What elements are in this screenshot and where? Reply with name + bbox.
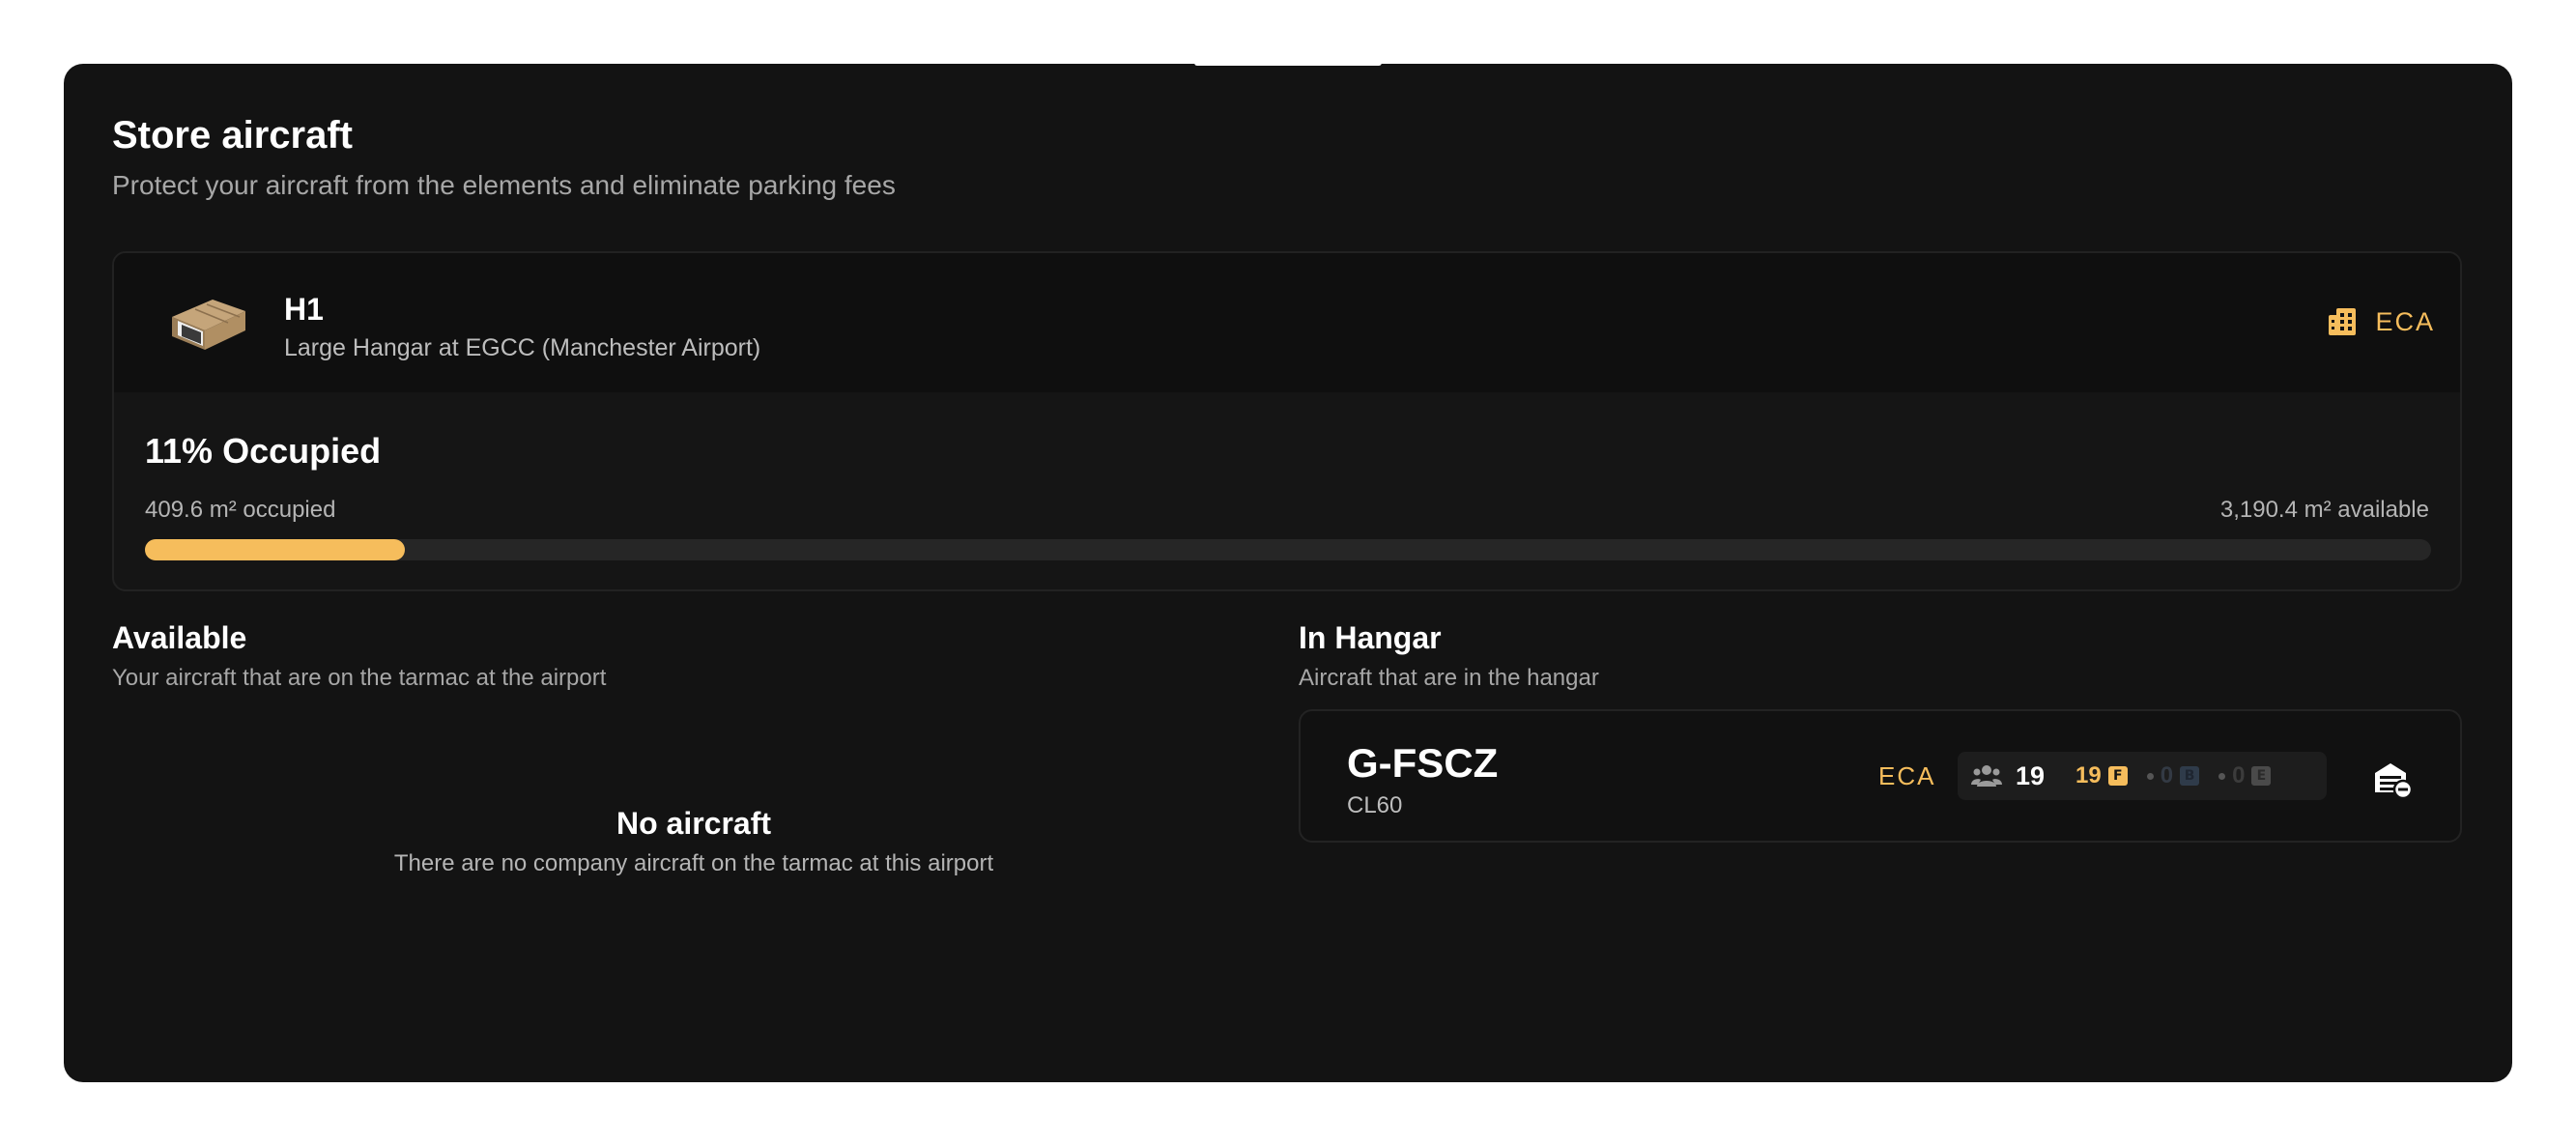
aircraft-type: CL60	[1347, 792, 1403, 818]
occupancy-title: 11% Occupied	[145, 431, 382, 471]
seat-class-tag: B	[2180, 766, 2200, 786]
total-seats: 19	[2016, 760, 2046, 790]
seat-class-value: 0	[2232, 762, 2246, 788]
aircraft-owner: ECA	[1878, 761, 1936, 790]
available-section-title: Available	[112, 620, 247, 655]
seat-class-first: 19 F	[2075, 762, 2128, 789]
seat-class-dot	[2146, 772, 2154, 780]
hangar-header: H1 Large Hangar at EGCC (Manchester Airp…	[114, 253, 2460, 392]
in-hangar-section-title: In Hangar	[1299, 620, 1442, 655]
modal-subtitle: Protect your aircraft from the elements …	[112, 170, 896, 200]
seat-classes: 19 F 0 B 0 E	[2075, 762, 2272, 789]
empty-state-title: No aircraft	[615, 806, 772, 841]
aircraft-registration: G-FSCZ	[1347, 740, 1499, 786]
seat-class-value: 19	[2075, 762, 2102, 788]
available-area: 3,190.4 m² available	[2219, 497, 2429, 523]
aircraft-card[interactable]: G-FSCZ CL60 ECA 19 19 F 0 B 0 E	[1299, 709, 2462, 843]
hangar-owner: ECA	[2327, 306, 2435, 337]
hangar-name: H1	[284, 292, 324, 327]
in-hangar-section-subtitle: Aircraft that are in the hangar	[1299, 665, 1599, 691]
occupied-area: 409.6 m² occupied	[145, 497, 336, 523]
occupancy-progress-fill	[145, 539, 405, 560]
seat-class-economy: 0 E	[2218, 762, 2272, 789]
passengers-icon	[1971, 765, 2002, 787]
remove-from-hangar-icon[interactable]	[2371, 758, 2414, 800]
available-section-subtitle: Your aircraft that are on the tarmac at …	[112, 665, 607, 691]
seat-class-dot	[2218, 772, 2226, 780]
hangar-owner-code: ECA	[2375, 306, 2435, 336]
hangar-description: Large Hangar at EGCC (Manchester Airport…	[284, 334, 761, 361]
seat-class-tag: E	[2251, 766, 2272, 786]
seat-class-tag: F	[2107, 766, 2128, 786]
empty-state-subtitle: There are no company aircraft on the tar…	[393, 850, 994, 876]
hangar-card: H1 Large Hangar at EGCC (Manchester Airp…	[112, 251, 2462, 591]
modal-title: Store aircraft	[112, 114, 353, 157]
seat-class-value: 0	[2160, 762, 2174, 788]
building-icon	[2329, 308, 2357, 335]
modal-tab-notch	[1194, 62, 1382, 66]
seat-class-business: 0 B	[2146, 762, 2200, 789]
occupancy-progress-bar	[145, 539, 2431, 560]
seat-config: 19 19 F 0 B 0 E	[1958, 752, 2327, 800]
hangar-box-icon	[172, 300, 245, 350]
